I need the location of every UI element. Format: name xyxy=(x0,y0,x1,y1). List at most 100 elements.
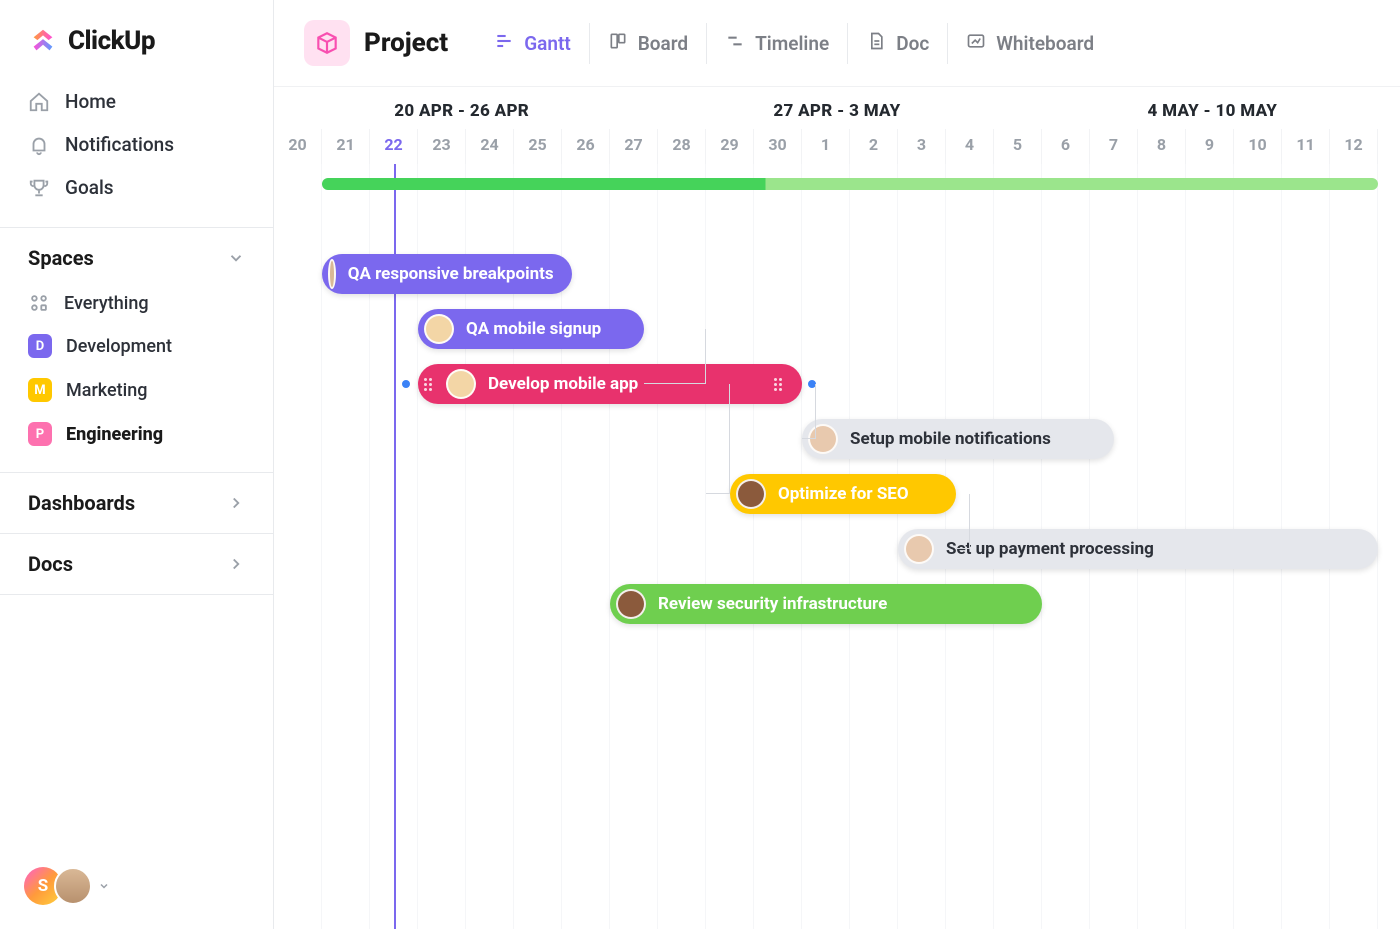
cube-icon xyxy=(304,20,350,66)
assignee-avatar xyxy=(446,369,476,399)
user-menu[interactable]: S xyxy=(24,867,110,905)
view-tab-gantt[interactable]: Gantt xyxy=(476,23,589,64)
assignee-avatar xyxy=(904,534,934,564)
view-tab-label: Whiteboard xyxy=(996,32,1094,55)
dependency-line xyxy=(644,329,706,384)
view-tab-timeline[interactable]: Timeline xyxy=(706,23,847,64)
nav-notifications[interactable]: Notifications xyxy=(20,123,253,166)
chevron-down-icon xyxy=(98,880,110,892)
assignee-avatar xyxy=(736,479,766,509)
task-bar[interactable]: Optimize for SEO xyxy=(730,474,956,514)
space-badge-icon: P xyxy=(28,422,52,446)
drag-handle-icon[interactable] xyxy=(774,378,784,391)
grid-column xyxy=(802,164,850,929)
task-bar[interactable]: QA mobile signup xyxy=(418,309,644,349)
space-item-marketing[interactable]: M Marketing xyxy=(20,368,253,412)
day-header: 1 xyxy=(802,129,850,164)
task-label: QA mobile signup xyxy=(466,319,601,339)
day-header: 25 xyxy=(514,129,562,164)
chevron-down-icon xyxy=(227,249,245,267)
sidebar-row-label: Dashboards xyxy=(28,491,135,515)
day-header: 21 xyxy=(322,129,370,164)
timeline-header: 20 APR - 26 APR27 APR - 3 MAY4 MAY - 10 … xyxy=(274,86,1400,164)
clickup-logo-icon xyxy=(28,26,58,56)
view-tab-doc[interactable]: Doc xyxy=(847,23,947,64)
space-badge-icon: D xyxy=(28,334,52,358)
whiteboard-icon xyxy=(966,31,986,56)
board-icon xyxy=(608,31,628,56)
dependency-line xyxy=(956,494,970,549)
view-tab-board[interactable]: Board xyxy=(589,23,706,64)
grid-column xyxy=(850,164,898,929)
grid-column xyxy=(658,164,706,929)
day-header: 24 xyxy=(466,129,514,164)
spaces-section-header[interactable]: Spaces xyxy=(0,228,273,276)
sidebar-docs[interactable]: Docs xyxy=(0,534,273,594)
overall-progress-bar[interactable] xyxy=(322,178,1378,190)
doc-icon xyxy=(866,31,886,56)
project-chip[interactable]: Project xyxy=(304,20,448,66)
project-title: Project xyxy=(364,28,448,58)
day-header: 29 xyxy=(706,129,754,164)
day-header: 20 xyxy=(274,129,322,164)
dependency-line xyxy=(802,384,816,439)
home-icon xyxy=(28,91,50,113)
assignee-avatar xyxy=(616,589,646,619)
day-header: 26 xyxy=(562,129,610,164)
sidebar-dashboards[interactable]: Dashboards xyxy=(0,473,273,533)
sidebar-row-label: Docs xyxy=(28,552,73,576)
space-item-engineering[interactable]: P Engineering xyxy=(20,412,253,456)
spaces-title: Spaces xyxy=(28,246,94,270)
day-header: 7 xyxy=(1090,129,1138,164)
day-header: 10 xyxy=(1234,129,1282,164)
space-everything[interactable]: Everything xyxy=(20,282,253,324)
task-bar[interactable]: Develop mobile app xyxy=(418,364,802,404)
nav-label: Goals xyxy=(65,176,114,199)
space-label: Marketing xyxy=(66,380,147,401)
user-avatar-photo xyxy=(54,867,92,905)
nav-label: Notifications xyxy=(65,133,174,156)
grid-column xyxy=(706,164,754,929)
day-header: 27 xyxy=(610,129,658,164)
space-label: Development xyxy=(66,336,172,357)
app-window: ClickUp Home Notifications Goals Spaces xyxy=(0,0,1400,929)
dependency-line xyxy=(706,384,730,494)
task-bar[interactable]: Setup mobile notifications xyxy=(802,419,1114,459)
task-bar[interactable]: Set up payment processing xyxy=(898,529,1378,569)
task-label: Review security infrastructure xyxy=(658,594,887,614)
grid-column xyxy=(754,164,802,929)
gantt-icon xyxy=(494,31,514,56)
day-header: 12 xyxy=(1330,129,1378,164)
view-tabs: Gantt Board Timeline Doc Whiteboard xyxy=(476,23,1112,64)
day-header: 23 xyxy=(418,129,466,164)
day-header: 5 xyxy=(994,129,1042,164)
nav-goals[interactable]: Goals xyxy=(20,166,253,209)
view-tab-label: Gantt xyxy=(524,32,571,55)
view-tab-label: Doc xyxy=(896,32,929,55)
task-label: QA responsive breakpoints xyxy=(348,264,554,284)
task-bar[interactable]: Review security infrastructure xyxy=(610,584,1042,624)
bell-icon xyxy=(28,134,50,156)
view-tab-whiteboard[interactable]: Whiteboard xyxy=(947,23,1112,64)
day-header: 6 xyxy=(1042,129,1090,164)
nav-home[interactable]: Home xyxy=(20,80,253,123)
grid-column xyxy=(274,164,322,929)
drag-handle-icon[interactable] xyxy=(424,378,434,391)
day-header: 28 xyxy=(658,129,706,164)
main-panel: Project GanttBoardTimelineDocWhiteboard … xyxy=(274,0,1400,929)
task-bar[interactable]: QA responsive breakpoints xyxy=(322,254,572,294)
nav-label: Home xyxy=(65,90,116,113)
week-header: 27 APR - 3 MAY xyxy=(649,87,1024,129)
dependency-dot[interactable] xyxy=(402,380,410,388)
sidebar: ClickUp Home Notifications Goals Spaces xyxy=(0,0,274,929)
view-tab-label: Board xyxy=(638,32,688,55)
day-header: 9 xyxy=(1186,129,1234,164)
gantt-canvas[interactable]: TODAYQA responsive breakpointsQA mobile … xyxy=(274,164,1400,929)
assignee-avatar xyxy=(328,259,336,289)
space-item-development[interactable]: D Development xyxy=(20,324,253,368)
day-header: 22 xyxy=(370,129,418,164)
brand-logo[interactable]: ClickUp xyxy=(0,0,273,78)
space-label: Engineering xyxy=(66,424,163,445)
day-header: 11 xyxy=(1282,129,1330,164)
chevron-right-icon xyxy=(227,555,245,573)
